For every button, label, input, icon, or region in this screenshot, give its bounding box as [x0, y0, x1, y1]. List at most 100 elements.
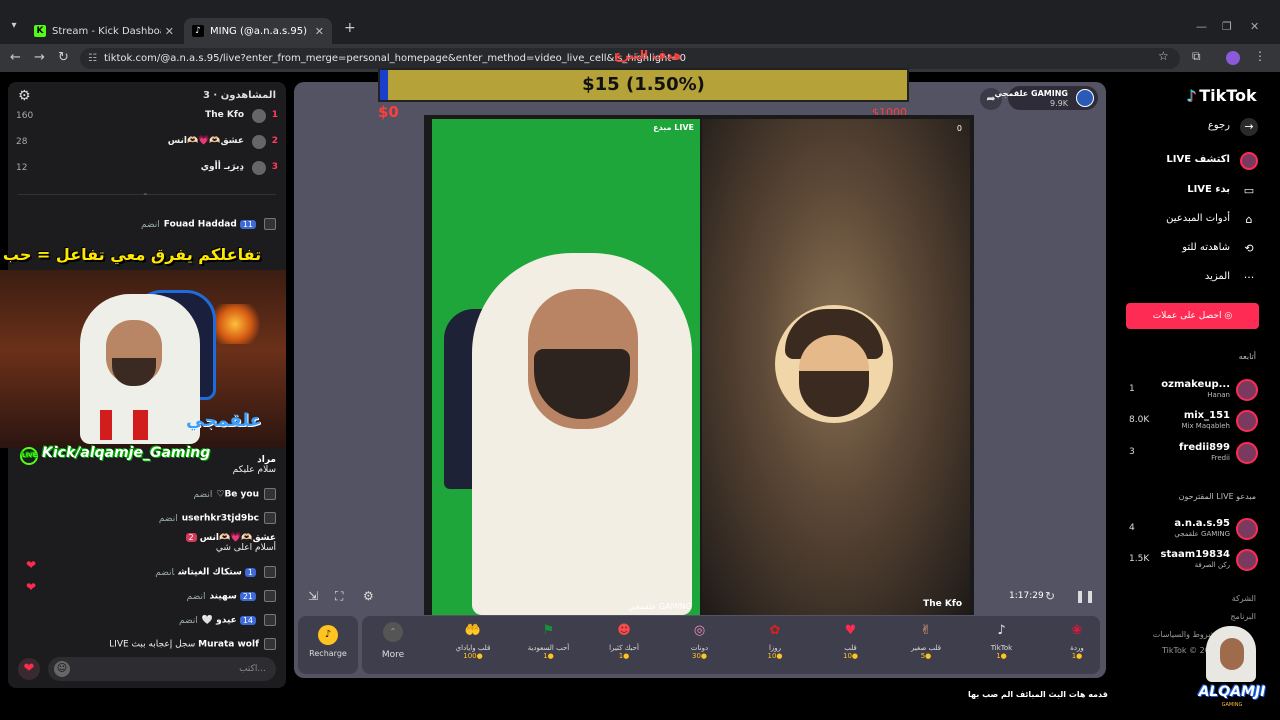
host-badge[interactable]: علقمجي GAMING 9.9K [995, 86, 1098, 110]
chat-username[interactable]: Murata wolf [198, 640, 259, 650]
guest-video-pane[interactable]: 0 The Kfo [702, 119, 970, 615]
like-button[interactable]: ❤ [18, 658, 40, 680]
live-video[interactable]: مبدع LIVE علقمجي GAMING 0 The Kfo [424, 115, 974, 615]
recharge-label: Recharge [309, 649, 347, 658]
tiktok-icon: ♪ [192, 25, 204, 37]
suggested-item[interactable]: 1.5K staam19834 ركن الصرفة [1126, 547, 1260, 573]
avatar [252, 135, 266, 149]
gift-item[interactable]: ✌ قلب صغير 5● [895, 620, 957, 660]
tab-kick-dashboard[interactable]: K Stream - Kick Dashboard ✕ [26, 18, 182, 44]
site-settings-icon[interactable]: ☷ [88, 48, 97, 69]
following-item[interactable]: 8.0K mix_151 Mix Maqableh [1126, 408, 1260, 434]
refresh-icon[interactable]: ↻ [1045, 589, 1055, 603]
following-title: أتابعه [1238, 352, 1256, 361]
tab-title: MING (@a.n.a.s.95) علقمجي [210, 25, 311, 37]
get-coins-button[interactable]: احصل على عملات ◎ [1126, 303, 1259, 329]
host-video-pane[interactable]: مبدع LIVE علقمجي GAMING [432, 119, 700, 615]
chat-input[interactable]: اكتب... ☺ [48, 657, 276, 681]
donation-goal-min: $0 [378, 103, 399, 121]
maximize-icon[interactable]: ❐ [1222, 20, 1232, 33]
tab-title: Stream - Kick Dashboard [52, 25, 161, 37]
level-badge: 14 [239, 615, 256, 625]
picture-in-picture-icon[interactable]: ⇲ [308, 589, 318, 603]
floating-heart-icon: ❤ [26, 580, 37, 594]
footer-link-company[interactable]: الشركة [1232, 594, 1256, 603]
rank-number: 2 [271, 136, 278, 146]
gift-item[interactable]: ♪ TikTok 1● [971, 620, 1033, 660]
gift-price: 1● [543, 652, 554, 660]
chat-username[interactable]: Be you♡ [216, 490, 259, 500]
webcam-overlay: علقمجي [0, 270, 286, 448]
level-badge: 21 [239, 591, 256, 601]
guest-name: The Kfo [923, 599, 962, 609]
gift-price: 5● [920, 652, 932, 660]
bookmark-star-icon[interactable]: ☆ [1158, 49, 1169, 63]
chat-username[interactable]: عشق🫶🏻💗🫶🏻انس [200, 533, 276, 543]
footer-link-program[interactable]: البرنامج [1230, 612, 1256, 621]
chat-username[interactable]: ستكاك الغيتاش [178, 568, 242, 578]
sidebar-item-creator-tools[interactable]: ⌂ أدوات المبدعين [1130, 209, 1258, 231]
gift-price: 10● [842, 652, 859, 660]
following-item[interactable]: 3 fredii899 Fredii [1126, 440, 1260, 466]
gift-item[interactable]: ✿ روزا 10● [744, 620, 806, 660]
chat-text: أسلام اعلى شي [215, 543, 276, 553]
gift-item[interactable]: ☻ أحبك كثيرا 1● [593, 620, 655, 660]
tiktok-logo[interactable]: ♪ TikTok [1186, 86, 1257, 105]
recharge-button[interactable]: ♪ Recharge [298, 616, 358, 674]
minimize-icon[interactable]: — [1196, 20, 1207, 33]
sidebar-item-more[interactable]: ··· المزيد [1130, 267, 1258, 289]
close-window-icon[interactable]: ✕ [1250, 20, 1259, 33]
gift-item[interactable]: ♥ قلب 10● [820, 620, 882, 660]
gift-item[interactable]: 🤲 قلب واياداي 100● [442, 620, 504, 660]
gift-price: 1● [1071, 652, 1083, 660]
chat-username[interactable]: مراد [257, 455, 276, 465]
more-gifts-button[interactable]: ⌃ More [376, 622, 410, 660]
chat-tag: انضم [158, 513, 178, 524]
back-icon[interactable]: ← [10, 50, 21, 65]
sidebar-item-back[interactable]: → رجوع [1130, 116, 1258, 138]
extensions-icon[interactable]: ⧉ [1192, 49, 1201, 64]
gift-item[interactable]: ◎ دونات 30● [669, 620, 731, 660]
chat-username[interactable]: userhkr3tjd9bc [182, 514, 259, 524]
gift-price: 1● [618, 652, 630, 660]
close-icon[interactable]: ✕ [315, 25, 324, 38]
gift-item[interactable]: ⚑ أحب السعودية 1● [518, 620, 580, 660]
tab-search-icon[interactable]: ▾ [6, 20, 22, 36]
suggested-item[interactable]: 4 a.n.a.s.95 علقمجي GAMING [1126, 516, 1260, 542]
reload-icon[interactable]: ↻ [58, 50, 69, 65]
avatar-beard [799, 371, 869, 417]
brand-sub: GAMING [1221, 702, 1243, 708]
kick-handle-text: Kick/alqamje_Gaming [42, 445, 211, 461]
gift-item[interactable]: ❀ وردة 1● [1046, 620, 1108, 660]
donation-goal-title: هدف التبرع [614, 48, 682, 62]
following-item[interactable]: 1 ozmakeup... Hanan [1126, 377, 1260, 403]
settings-icon[interactable]: ⚙ [363, 589, 374, 603]
emoji-icon[interactable]: ☺ [54, 661, 70, 677]
gear-icon[interactable]: ⚙ [18, 88, 31, 104]
gift-price: 10● [767, 652, 783, 660]
avatar [1236, 549, 1258, 571]
chat-tag: انضم [186, 591, 206, 602]
browser-menu-icon[interactable]: ⋮ [1254, 49, 1266, 63]
chat-username[interactable]: Fouad Haddad [164, 220, 237, 230]
new-tab-button[interactable]: + [344, 20, 356, 36]
pause-icon[interactable]: ❚❚ [1075, 589, 1095, 603]
forward-icon[interactable]: → [34, 50, 45, 65]
chat-username[interactable]: سهيند [209, 592, 236, 602]
close-icon[interactable]: ✕ [165, 25, 174, 38]
sidebar-item-explore-live[interactable]: اكتشف LIVE [1130, 150, 1258, 172]
heart-hands-icon: 🤲 [464, 623, 482, 638]
chat-text: سجل إعجابه ببث LIVE [109, 639, 196, 650]
chevron-down-icon[interactable]: ⌄ [142, 188, 149, 197]
leaderboard-row[interactable]: 28 عشق🫶🏻💗🫶🏻انس 2 [8, 132, 286, 154]
profile-avatar[interactable] [1226, 51, 1240, 65]
tab-tiktok-live[interactable]: ♪ MING (@a.n.a.s.95) علقمجي ✕ [184, 18, 332, 44]
fullscreen-icon[interactable]: ⛶ [335, 589, 343, 604]
sidebar-item-history[interactable]: ⟲ شاهدته للتو [1130, 238, 1258, 260]
following-name: mix_151 [1183, 410, 1230, 421]
leaderboard-row[interactable]: 12 دِيرَيـ أأوي 3 [8, 158, 286, 180]
viewers-count[interactable]: المشاهدون · 3 [203, 90, 276, 101]
sidebar-item-start-live[interactable]: ▭ بدء LIVE [1130, 180, 1258, 202]
leaderboard-row[interactable]: 160 The Kfo 1 [8, 106, 286, 128]
chat-username[interactable]: عيدو 🤍 [202, 616, 237, 626]
